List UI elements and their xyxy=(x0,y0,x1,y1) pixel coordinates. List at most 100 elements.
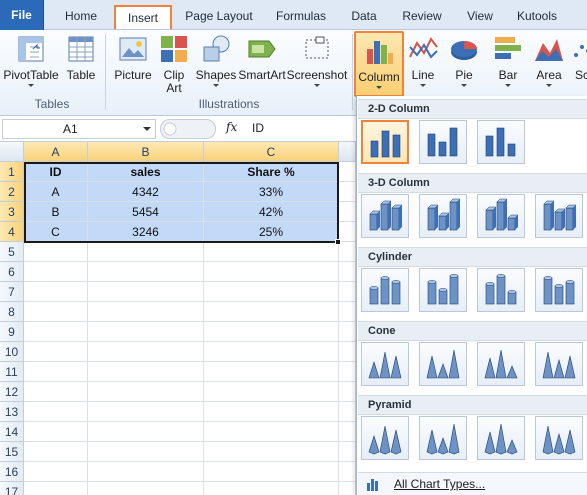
table-cell[interactable] xyxy=(204,402,339,422)
screenshot-button[interactable]: Screenshot xyxy=(286,33,348,87)
column-header-d[interactable] xyxy=(339,142,356,162)
pie-chart-button[interactable]: Pie xyxy=(444,33,484,87)
shapes-button[interactable]: Shapes xyxy=(194,33,238,87)
table-cell[interactable] xyxy=(339,442,356,462)
picture-button[interactable]: Picture xyxy=(110,33,156,82)
cone-chart-option[interactable] xyxy=(361,342,409,386)
table-cell[interactable] xyxy=(339,402,356,422)
table-cell[interactable]: sales xyxy=(88,162,204,182)
table-cell[interactable] xyxy=(339,362,356,382)
table-cell[interactable] xyxy=(204,462,339,482)
area-chart-button[interactable]: Area xyxy=(530,33,568,87)
pyramid-chart-option[interactable] xyxy=(535,416,583,460)
tab-data[interactable]: Data xyxy=(342,5,386,29)
col3d-chart-option[interactable] xyxy=(419,194,467,238)
tab-kutools[interactable]: Kutools xyxy=(508,5,566,29)
row-header[interactable]: 2 xyxy=(0,182,24,202)
table-cell[interactable] xyxy=(339,182,356,202)
row-header[interactable]: 17 xyxy=(0,482,24,495)
table-cell[interactable]: ID xyxy=(24,162,88,182)
col3d-chart-option[interactable] xyxy=(361,194,409,238)
table-cell[interactable] xyxy=(339,462,356,482)
table-cell[interactable] xyxy=(88,462,204,482)
table-cell[interactable] xyxy=(339,222,356,242)
fill-handle[interactable] xyxy=(335,239,341,245)
table-cell[interactable] xyxy=(88,302,204,322)
table-cell[interactable] xyxy=(24,322,88,342)
pyramid-chart-option[interactable] xyxy=(419,416,467,460)
row-header[interactable]: 4 xyxy=(0,222,24,242)
name-box[interactable]: A1 xyxy=(2,119,156,139)
row-header[interactable]: 6 xyxy=(0,262,24,282)
table-cell[interactable] xyxy=(88,322,204,342)
table-cell[interactable] xyxy=(24,462,88,482)
row-header[interactable]: 10 xyxy=(0,342,24,362)
table-cell[interactable] xyxy=(204,242,339,262)
table-cell[interactable] xyxy=(24,382,88,402)
row-header[interactable]: 15 xyxy=(0,442,24,462)
all-chart-types-link[interactable]: All Chart Types... xyxy=(358,472,587,495)
line-chart-button[interactable]: Line xyxy=(406,33,440,87)
table-cell[interactable] xyxy=(204,342,339,362)
worksheet-grid[interactable]: A B C 1 ID sales Share % 2 A 4342 33% 3 B 5454 42% 4… xyxy=(0,142,356,495)
table-cell[interactable] xyxy=(339,302,356,322)
tab-review[interactable]: Review xyxy=(394,5,450,29)
table-cell[interactable] xyxy=(339,162,356,182)
table-cell[interactable]: 33% xyxy=(204,182,339,202)
table-cell[interactable] xyxy=(24,442,88,462)
table-cell[interactable] xyxy=(204,382,339,402)
insert-function-icon[interactable]: fx xyxy=(226,120,237,134)
column-chart-button[interactable]: Column xyxy=(354,31,404,97)
col3d-chart-option[interactable] xyxy=(535,194,583,238)
table-cell[interactable] xyxy=(24,402,88,422)
table-cell[interactable] xyxy=(204,282,339,302)
row-header[interactable]: 5 xyxy=(0,242,24,262)
pyramid-chart-option[interactable] xyxy=(361,416,409,460)
tab-page-layout[interactable]: Page Layout xyxy=(180,5,258,29)
table-cell[interactable] xyxy=(339,342,356,362)
table-cell[interactable] xyxy=(339,242,356,262)
tab-home[interactable]: Home xyxy=(56,5,106,29)
table-cell[interactable] xyxy=(339,202,356,222)
column-header-b[interactable]: B xyxy=(88,142,204,162)
table-cell[interactable] xyxy=(24,262,88,282)
table-cell[interactable] xyxy=(88,482,204,495)
table-cell[interactable] xyxy=(88,402,204,422)
cylinder-chart-option[interactable] xyxy=(477,268,525,312)
bar-chart-button[interactable]: Bar xyxy=(488,33,528,87)
tab-formulas[interactable]: Formulas xyxy=(268,5,334,29)
table-cell[interactable] xyxy=(24,342,88,362)
table-cell[interactable] xyxy=(204,422,339,442)
pivottable-button[interactable]: PivotTable xyxy=(2,33,60,87)
table-cell[interactable] xyxy=(339,322,356,342)
table-cell[interactable] xyxy=(204,442,339,462)
table-cell[interactable] xyxy=(88,262,204,282)
cylinder-chart-option[interactable] xyxy=(535,268,583,312)
formula-bar-splitter[interactable] xyxy=(160,119,216,139)
col2d-chart-option[interactable] xyxy=(419,120,467,164)
tab-file[interactable]: File xyxy=(0,0,44,30)
table-cell[interactable] xyxy=(339,382,356,402)
formula-input[interactable]: ID xyxy=(252,121,264,135)
smartart-button[interactable]: SmartArt xyxy=(238,33,286,82)
table-cell[interactable] xyxy=(24,242,88,262)
tab-view[interactable]: View xyxy=(458,5,502,29)
table-cell[interactable] xyxy=(339,262,356,282)
table-cell[interactable] xyxy=(88,362,204,382)
row-header[interactable]: 14 xyxy=(0,422,24,442)
col3d-chart-option[interactable] xyxy=(477,194,525,238)
table-cell[interactable]: 25% xyxy=(204,222,339,242)
row-header[interactable]: 13 xyxy=(0,402,24,422)
table-cell[interactable] xyxy=(88,382,204,402)
cylinder-chart-option[interactable] xyxy=(419,268,467,312)
cone-chart-option[interactable] xyxy=(477,342,525,386)
table-cell[interactable] xyxy=(204,482,339,495)
row-header[interactable]: 9 xyxy=(0,322,24,342)
table-cell[interactable] xyxy=(204,262,339,282)
table-cell[interactable] xyxy=(339,282,356,302)
col2d-chart-option[interactable] xyxy=(361,120,409,164)
table-cell[interactable] xyxy=(88,342,204,362)
row-header[interactable]: 7 xyxy=(0,282,24,302)
column-header-c[interactable]: C xyxy=(204,142,339,162)
row-header[interactable]: 8 xyxy=(0,302,24,322)
